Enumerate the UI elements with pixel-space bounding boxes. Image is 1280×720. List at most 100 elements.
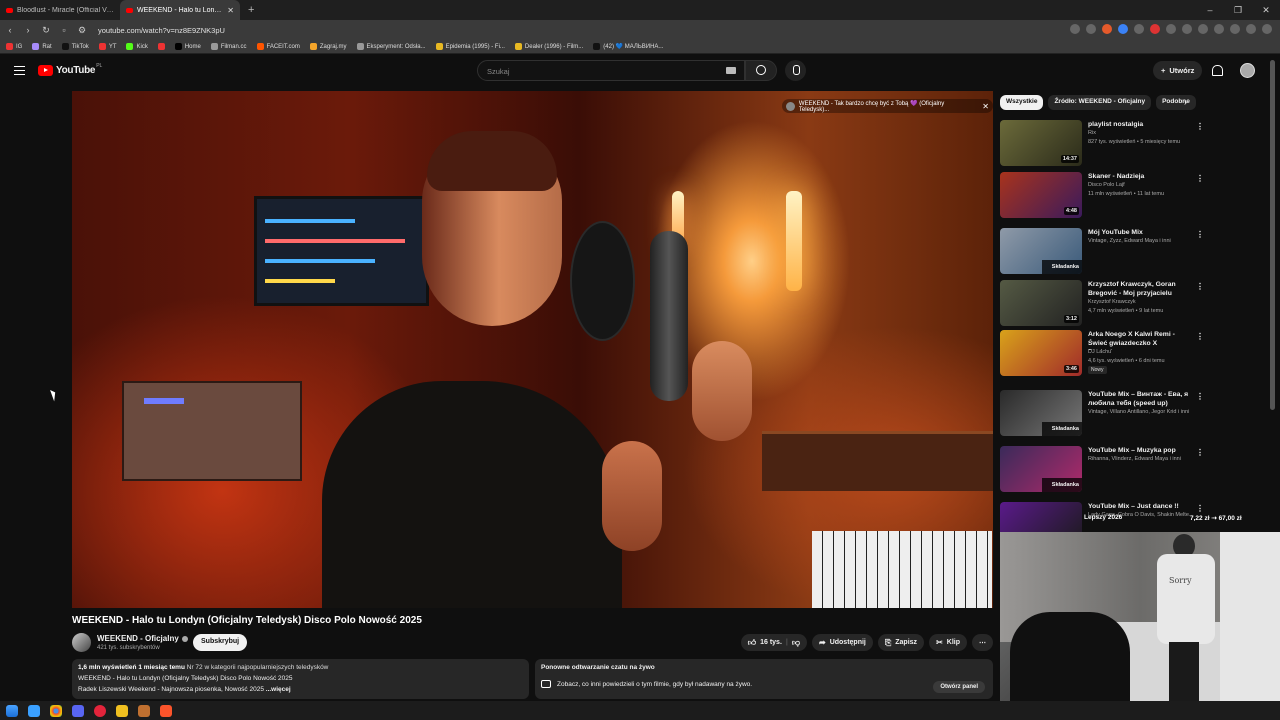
channel-avatar[interactable]: [72, 633, 91, 652]
recommendation-item[interactable]: Składanka YouTube Mix – Винтаж - Ева, я л…: [1000, 390, 1204, 442]
recommendation-channel[interactable]: Krzysztof Krawczyk: [1088, 299, 1194, 305]
extension-icon[interactable]: [1134, 24, 1144, 34]
like-button[interactable]: 👍︎ 16 tys. | 👎︎: [740, 634, 807, 651]
brave-shield-icon[interactable]: [1102, 24, 1112, 34]
extension-icon[interactable]: [1182, 24, 1192, 34]
recommendation-channel[interactable]: Vintage, Zyzz, Edward Maya i inni: [1088, 238, 1194, 244]
chip-all[interactable]: Wszystkie: [1000, 95, 1044, 110]
recommendation-item[interactable]: 4:48 Skaner - Nadzieja Disco Polo Lajf 11 m…: [1000, 172, 1204, 224]
subscribe-button[interactable]: Subskrybuj: [193, 634, 248, 651]
save-button[interactable]: ⎘ Zapisz: [877, 634, 925, 651]
video-thumbnail[interactable]: Składanka: [1000, 390, 1082, 436]
close-tab-icon[interactable]: ✕: [227, 6, 234, 15]
extension-icon[interactable]: [1150, 24, 1160, 34]
bookmark-item[interactable]: Eksperyment: Odsła...: [356, 43, 426, 50]
end-screen-card[interactable]: WEEKEND - Tak bardzo chcę być z Tobą 💜 (…: [782, 99, 993, 113]
file-explorer-icon[interactable]: [28, 704, 40, 717]
browser-tab[interactable]: Bloodlust - Miracle (Official Videoclip): [0, 0, 120, 20]
account-avatar[interactable]: [1240, 63, 1255, 78]
recommendation-channel[interactable]: Disco Polo Lajf: [1088, 182, 1194, 188]
recommendation-title[interactable]: playlist nostalgia: [1088, 120, 1190, 129]
menu-icon[interactable]: [1262, 24, 1272, 34]
more-options-icon[interactable]: ⋮: [1196, 448, 1204, 457]
link-icon[interactable]: [1230, 24, 1240, 34]
bookmark-item[interactable]: Filman.cc: [210, 43, 247, 50]
brave-icon[interactable]: [160, 704, 172, 717]
close-window-button[interactable]: ✕: [1252, 5, 1280, 16]
recommendation-channel[interactable]: DJ Lachu: [1088, 349, 1194, 355]
bookmark-item[interactable]: FACEIT.com: [256, 43, 300, 50]
site-info-icon[interactable]: ⚙: [76, 25, 88, 36]
app-icon[interactable]: [138, 704, 150, 717]
bookmark-item[interactable]: Epidemia (1995) - Fi...: [435, 43, 505, 50]
recommendation-item[interactable]: Składanka Mój YouTube Mix Vintage, Zyzz, E…: [1000, 228, 1204, 280]
channel-name[interactable]: WEEKEND - Oficjalny: [97, 634, 188, 643]
recommendation-channel[interactable]: Rihanna, Vlinderz, Edward Maya i inni: [1088, 456, 1194, 462]
recommendation-title[interactable]: YouTube Mix – Just dance !!: [1088, 502, 1190, 511]
url-field[interactable]: youtube.com/watch?v=nz8E9ZNK3pU: [98, 26, 225, 35]
video-thumbnail[interactable]: Składanka: [1000, 228, 1082, 274]
more-options-icon[interactable]: ⋮: [1196, 230, 1204, 239]
video-thumbnail[interactable]: 3:12: [1000, 280, 1082, 326]
youtube-logo[interactable]: YouTube PL: [38, 63, 102, 76]
browser-tab-active[interactable]: WEEKEND - Halo tu Londyn (Oficjalny Tele…: [120, 0, 240, 20]
more-options-icon[interactable]: ⋮: [1196, 332, 1204, 341]
recommendation-item[interactable]: Składanka YouTube Mix – Muzyka pop Rihanna…: [1000, 446, 1204, 498]
create-button[interactable]: + Utwórz: [1153, 61, 1203, 80]
notifications-bell-icon[interactable]: [1212, 65, 1223, 76]
maximize-button[interactable]: ❐: [1224, 5, 1252, 16]
video-thumbnail[interactable]: 14:37: [1000, 120, 1082, 166]
recommendation-item[interactable]: 3:12 Krzysztof Krawczyk, Goran Bregović -…: [1000, 280, 1204, 332]
bookmark-item[interactable]: IG: [6, 43, 22, 50]
bookmark-item[interactable]: TikTok: [61, 43, 89, 50]
more-options-icon[interactable]: ⋮: [1196, 392, 1204, 401]
bookmark-item[interactable]: [157, 43, 165, 50]
thumbs-down-icon[interactable]: 👎︎: [792, 638, 800, 648]
voice-search-icon[interactable]: [785, 60, 806, 81]
extension-icon[interactable]: [1086, 24, 1096, 34]
recommendation-title[interactable]: YouTube Mix – Винтаж - Ева, я любила теб…: [1088, 390, 1190, 408]
reload-icon[interactable]: ↻: [40, 25, 52, 36]
recommendation-title[interactable]: Krzysztof Krawczyk, Goran Bregović - Moj…: [1088, 280, 1190, 298]
recommendation-title[interactable]: Arka Noego X Kalwi Remi - Świeć gwiazdec…: [1088, 330, 1190, 350]
more-actions-button[interactable]: ⋯: [972, 634, 993, 651]
bookmark-item[interactable]: (42) 💙 МАЛЬВИНА...: [593, 43, 663, 50]
bookmark-item[interactable]: Zagraj.my: [309, 43, 347, 50]
show-more-link[interactable]: ...więcej: [266, 686, 291, 693]
bookmark-item[interactable]: Rat: [32, 43, 52, 50]
discord-icon[interactable]: [72, 704, 84, 717]
hamburger-menu-icon[interactable]: [14, 66, 25, 75]
more-options-icon[interactable]: ⋮: [1196, 282, 1204, 291]
more-options-icon[interactable]: ⋮: [1196, 174, 1204, 183]
keyboard-icon[interactable]: [726, 67, 736, 74]
bookmark-item[interactable]: Kick: [126, 43, 148, 50]
more-options-icon[interactable]: ⋮: [1196, 122, 1204, 131]
video-thumbnail[interactable]: 4:48: [1000, 172, 1082, 218]
bookmark-item[interactable]: Home: [174, 43, 201, 50]
chevron-right-icon[interactable]: ›: [1184, 97, 1187, 107]
app-icon[interactable]: [116, 704, 128, 717]
extension-icon[interactable]: [1118, 24, 1128, 34]
new-tab-button[interactable]: +: [240, 4, 262, 16]
open-panel-button[interactable]: Otwórz panel: [933, 681, 985, 693]
extension-icon[interactable]: [1070, 24, 1080, 34]
more-options-icon[interactable]: ⋮: [1196, 504, 1204, 513]
download-icon[interactable]: [1198, 24, 1208, 34]
search-button[interactable]: [745, 60, 777, 81]
bookmark-icon[interactable]: ▫: [58, 25, 70, 35]
back-icon[interactable]: ‹: [4, 25, 16, 35]
clip-button[interactable]: ✂ Klip: [929, 634, 967, 651]
music-icon[interactable]: [1246, 24, 1256, 34]
windows-start-icon[interactable]: [6, 704, 18, 717]
search-input[interactable]: Szukaj: [477, 60, 745, 81]
opera-icon[interactable]: [94, 704, 106, 717]
share-button[interactable]: ➦ Udostępnij: [811, 634, 873, 651]
bookmark-item[interactable]: YT: [98, 43, 116, 50]
recommendation-title[interactable]: YouTube Mix – Muzyka pop: [1088, 446, 1190, 455]
video-thumbnail[interactable]: Składanka: [1000, 446, 1082, 492]
recommendation-title[interactable]: Mój YouTube Mix: [1088, 228, 1190, 237]
chrome-icon[interactable]: [50, 704, 62, 717]
video-player[interactable]: WEEKEND - Tak bardzo chcę być z Tobą 💜 (…: [72, 91, 993, 608]
recommendation-item[interactable]: 14:37 playlist nostalgia Rix 827 tys. wyświ…: [1000, 120, 1204, 172]
recommendation-item[interactable]: 3:46 Arka Noego X Kalwi Remi - Świeć gwia…: [1000, 330, 1204, 382]
